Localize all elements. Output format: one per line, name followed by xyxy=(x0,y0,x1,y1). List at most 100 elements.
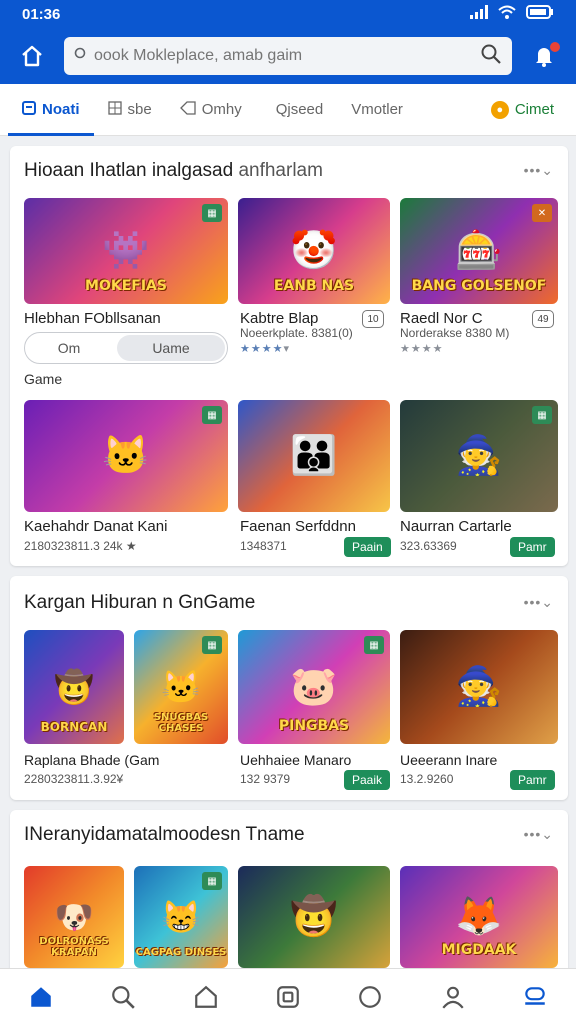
game-meta: 323.63369 xyxy=(400,539,457,553)
game-meta: Noeerkplate. 8381(0) xyxy=(240,326,353,340)
store-badge-icon: ▦ xyxy=(202,636,222,654)
tab-home[interactable]: Noati xyxy=(8,84,94,136)
coin-icon: ● xyxy=(490,100,509,119)
nav-activity-button[interactable] xyxy=(348,975,392,1019)
section-subtitle-text: anfharlam xyxy=(238,160,323,181)
game-thumbnail[interactable]: 🐷 PINGBAS ▦ xyxy=(238,630,390,744)
game-thumbnail[interactable]: 🐶 DOLRONASS KRAPAN xyxy=(24,866,124,968)
thumbnail-logo-text: SNUGBAS CHASES xyxy=(153,712,209,734)
segment-option[interactable]: Uame xyxy=(117,335,225,361)
game-thumbnail[interactable]: 🤠 xyxy=(238,866,390,968)
tab-label: Noati xyxy=(42,101,80,118)
character-art-icon: 🧙 xyxy=(455,435,503,477)
segmented-control: Om Uame xyxy=(24,332,228,364)
search-bar[interactable] xyxy=(64,37,512,75)
play-button[interactable]: Paaik xyxy=(344,770,391,790)
game-meta: 1348371 xyxy=(240,539,287,553)
store-badge-icon: ▦ xyxy=(364,636,384,654)
wifi-icon xyxy=(498,5,516,23)
game-thumbnail[interactable]: 😸 CAGPAG DINSES ▦ xyxy=(134,866,228,968)
store-badge-icon: ▦ xyxy=(202,204,222,222)
notification-dot xyxy=(550,42,560,52)
nav-menu-button[interactable] xyxy=(513,975,557,1019)
search-leading-icon xyxy=(74,47,88,66)
character-art-icon: 🤠 xyxy=(290,896,338,938)
game-title[interactable]: Kabtre Blap xyxy=(240,310,318,327)
game-thumbnail[interactable]: 🤠 BORNCAN xyxy=(24,630,124,744)
game-title[interactable]: Hlebhan FObllsanan xyxy=(24,310,161,327)
play-button[interactable]: Pamr xyxy=(510,537,555,557)
tab-third[interactable]: Omhy xyxy=(166,84,256,136)
search-icon[interactable] xyxy=(480,43,502,70)
game-thumbnail[interactable]: 👪 xyxy=(238,400,390,512)
tab-label: Cimet xyxy=(514,101,554,118)
tab-coins[interactable]: ● Cimet xyxy=(477,84,568,136)
thumbnail-logo-text: DOLRONASS KRAPAN xyxy=(39,936,109,958)
game-title[interactable]: Raedl Nor C xyxy=(400,310,483,327)
nav-home-button[interactable] xyxy=(19,975,63,1019)
game-title[interactable]: Naurran Cartarle xyxy=(400,518,512,535)
tag-icon xyxy=(179,101,196,118)
game-title[interactable]: Ueeerann Inare xyxy=(400,752,497,768)
game-thumbnail[interactable]: 👾 MOKEFIAS ▦ xyxy=(24,198,228,304)
search-input[interactable] xyxy=(94,47,474,65)
home-button[interactable] xyxy=(14,38,50,74)
character-art-icon: 🤡 xyxy=(290,230,338,272)
game-title[interactable]: Kaehahdr Danat Kani xyxy=(24,518,167,535)
status-bar: 01:36 xyxy=(0,0,576,28)
game-thumbnail[interactable]: 🐱 ▦ xyxy=(24,400,228,512)
thumbnail-logo-text: BORNCAN xyxy=(40,720,108,734)
category-tabs: Noati sbe Omhy Qjseed Vmotler ● Cimet xyxy=(0,84,576,136)
tab-second[interactable]: sbe xyxy=(94,84,166,136)
home-icon xyxy=(31,986,51,1007)
character-art-icon: 🦊 xyxy=(455,896,503,938)
game-thumbnail[interactable]: 🦊 MIGDAAK xyxy=(400,866,558,968)
store-badge-icon: ▦ xyxy=(202,406,222,424)
notifications-button[interactable] xyxy=(526,38,562,74)
thumbnail-logo-text: MOKEFIAS xyxy=(85,278,167,294)
app-bar xyxy=(0,28,576,84)
more-options-button[interactable]: •••⌄ xyxy=(524,162,554,179)
nav-search-button[interactable] xyxy=(101,975,145,1019)
character-art-icon: 🤠 xyxy=(54,669,94,705)
nav-library-button[interactable] xyxy=(266,975,310,1019)
thumbnail-logo-text: MIGDAAK xyxy=(441,942,517,958)
game-thumbnail[interactable]: 🧙 ▦ xyxy=(400,400,558,512)
thumbnail-logo-text: EANB NAS xyxy=(273,278,355,294)
section-title: Kargan Hiburan n GnGame xyxy=(24,592,256,613)
game-thumbnail[interactable]: 🐱 SNUGBAS CHASES ▦ xyxy=(134,630,228,744)
game-thumbnail[interactable]: 🤡 EANB NAS xyxy=(238,198,390,304)
game-title[interactable]: Uehhaiee Manaro xyxy=(240,752,351,768)
game-meta: 13.2.9260 xyxy=(400,772,454,786)
game-thumbnail[interactable]: 🧙 xyxy=(400,630,558,744)
section-title-text: Hioaan Ihatlan inalgasad xyxy=(24,160,234,181)
store-badge-icon: ▦ xyxy=(202,872,222,890)
game-title[interactable]: Faenan Serfddnn xyxy=(240,518,356,535)
game-title[interactable]: Raplana Bhade (Gam xyxy=(24,752,159,768)
store-icon xyxy=(194,985,217,1008)
tab-fourth[interactable]: Qjseed xyxy=(256,84,338,136)
profile-icon xyxy=(441,986,464,1009)
close-icon[interactable]: ✕ xyxy=(532,204,552,222)
play-button[interactable]: Paain xyxy=(344,537,391,557)
library-icon xyxy=(277,985,299,1008)
nav-profile-button[interactable] xyxy=(431,975,475,1019)
more-options-button[interactable]: •••⌄ xyxy=(524,826,554,843)
signal-icon xyxy=(470,5,488,23)
game-thumbnail[interactable]: 🎰 BANG GOLSENOF ✕ xyxy=(400,198,558,304)
rating-stars: ★★★★ xyxy=(400,343,444,355)
menu-icon xyxy=(525,986,545,1005)
battery-icon xyxy=(526,5,554,23)
nav-store-button[interactable] xyxy=(184,975,228,1019)
home-icon xyxy=(22,45,42,67)
more-options-button[interactable]: •••⌄ xyxy=(524,594,554,611)
segment-option[interactable]: Om xyxy=(25,335,113,361)
rating-badge: 49 xyxy=(532,310,554,328)
thumbnail-logo-text: PINGBAS xyxy=(278,718,350,734)
store-badge-icon: ▦ xyxy=(532,406,552,424)
tab-fifth[interactable]: Vmotler xyxy=(337,84,417,136)
tab-label: Qjseed xyxy=(275,101,324,118)
thumbnail-logo-text: BANG GOLSENOF xyxy=(411,278,547,294)
section-title: INeranyidamatalmoodesn Tname xyxy=(24,824,305,845)
play-button[interactable]: Pamr xyxy=(510,770,555,790)
